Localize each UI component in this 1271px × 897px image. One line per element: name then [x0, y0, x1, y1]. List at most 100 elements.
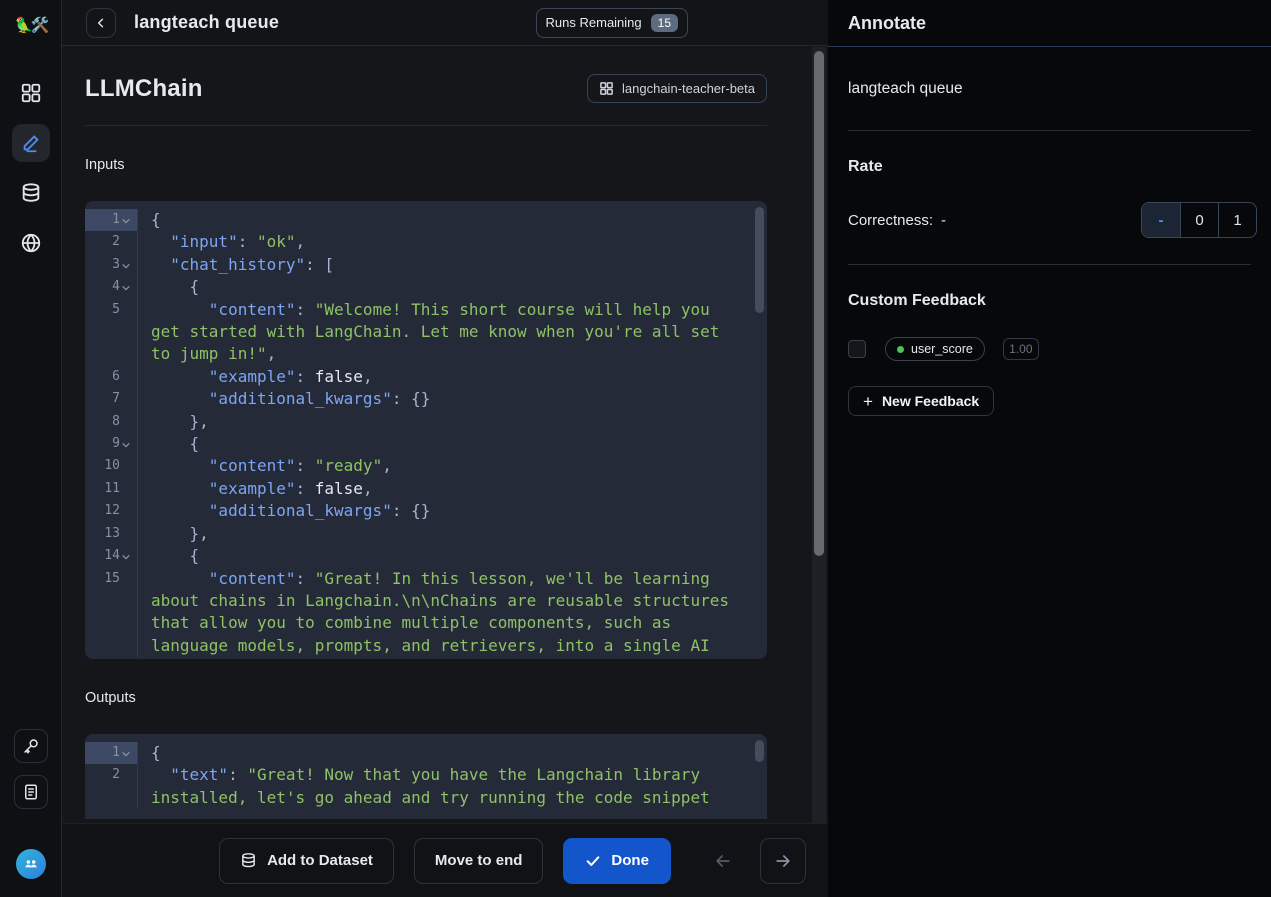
fold-spacer: [120, 568, 132, 590]
code-line: 11 "example": false,: [85, 478, 767, 500]
sidebar-item-projects[interactable]: [12, 74, 50, 112]
sidebar-nav: [12, 74, 50, 262]
annotate-header: Annotate: [828, 0, 1271, 47]
inputs-scrollbar-thumb[interactable]: [755, 207, 764, 313]
sidebar-item-hub[interactable]: [12, 224, 50, 262]
sidebar-item-datasets[interactable]: [12, 174, 50, 212]
feedback-checkbox[interactable]: [848, 340, 866, 358]
back-button[interactable]: [86, 8, 116, 38]
code-line: 4 {: [85, 276, 767, 298]
annotate-title: Annotate: [848, 13, 926, 34]
add-to-dataset-label: Add to Dataset: [267, 852, 373, 869]
run-title: LLMChain: [85, 75, 203, 103]
arrow-left-icon: [713, 851, 733, 871]
custom-feedback-heading: Custom Feedback: [848, 292, 1251, 310]
fold-chevron-icon[interactable]: [120, 276, 132, 298]
outputs-code-editor[interactable]: 1{2 "text": "Great! Now that you have th…: [85, 734, 767, 819]
main-scrollbar[interactable]: [812, 47, 826, 823]
correctness-value: -: [941, 212, 946, 229]
sidebar: 🦜🛠️: [0, 0, 62, 897]
fold-spacer: [120, 478, 132, 500]
fold-spacer: [120, 366, 132, 388]
topbar: langteach queue Runs Remaining 15: [62, 0, 828, 46]
correctness-label: Correctness:: [848, 212, 933, 229]
code-line: 8 },: [85, 411, 767, 433]
fold-spacer: [120, 764, 132, 786]
code-line: 14 {: [85, 545, 767, 567]
move-to-end-label: Move to end: [435, 852, 523, 869]
outputs-scrollbar-thumb[interactable]: [755, 740, 764, 762]
feedback-dot-icon: [897, 346, 904, 353]
globe-icon: [20, 232, 42, 254]
database-icon: [20, 182, 42, 204]
code-line: 1{: [85, 742, 767, 764]
sidebar-item-annotation-queues[interactable]: [12, 124, 50, 162]
page-title: langteach queue: [134, 12, 279, 33]
runs-remaining-button[interactable]: Runs Remaining 15: [536, 8, 688, 38]
project-tag-label: langchain-teacher-beta: [622, 81, 755, 96]
inputs-label: Inputs: [85, 157, 767, 173]
feedback-score-input[interactable]: [1003, 338, 1039, 360]
feedback-key-label: user_score: [911, 342, 973, 356]
fold-chevron-icon[interactable]: [120, 433, 132, 455]
rate-row: Correctness:- - 0 1: [848, 202, 1251, 238]
fold-spacer: [120, 411, 132, 433]
code-line: 1{: [85, 209, 767, 231]
database-icon: [240, 852, 257, 869]
correctness-option-none[interactable]: -: [1142, 203, 1180, 237]
sidebar-bottom: [14, 729, 48, 879]
app-root: 🦜🛠️: [0, 0, 1271, 897]
annotate-queue-name: langteach queue: [848, 80, 1251, 98]
fold-chevron-icon[interactable]: [120, 254, 132, 276]
document-icon: [22, 783, 40, 801]
plus-icon: +: [863, 393, 873, 410]
feedback-row: user_score: [848, 337, 1251, 361]
org-avatar[interactable]: [16, 849, 46, 879]
done-label: Done: [611, 852, 649, 869]
code-line: 2 "text": "Great! Now that you have the …: [85, 764, 767, 809]
code-line: 5 "content": "Welcome! This short course…: [85, 299, 767, 366]
next-run-button[interactable]: [760, 838, 806, 884]
code-line: 10 "content": "ready",: [85, 455, 767, 477]
runs-remaining-badge: 15: [651, 14, 678, 32]
fold-chevron-icon[interactable]: [120, 545, 132, 567]
docs-button[interactable]: [14, 775, 48, 809]
divider: [848, 264, 1251, 265]
grid-icon: [20, 82, 42, 104]
fold-chevron-icon[interactable]: [120, 209, 132, 231]
project-tag[interactable]: langchain-teacher-beta: [587, 74, 767, 103]
code-line: 6 "example": false,: [85, 366, 767, 388]
done-button[interactable]: Done: [563, 838, 671, 884]
run-detail: LLMChain langchain-teacher-beta Inputs 1…: [62, 46, 828, 823]
chevron-left-icon: [94, 16, 108, 30]
code-line: 12 "additional_kwargs": {}: [85, 500, 767, 522]
pencil-icon: [20, 132, 42, 154]
previous-run-button[interactable]: [700, 838, 746, 884]
code-line: 13 },: [85, 523, 767, 545]
correctness-option-0[interactable]: 0: [1180, 203, 1218, 237]
correctness-option-1[interactable]: 1: [1218, 203, 1256, 237]
grid-icon: [599, 81, 614, 96]
arrow-right-icon: [773, 851, 793, 871]
rate-heading: Rate: [848, 158, 1251, 176]
new-feedback-button[interactable]: + New Feedback: [848, 386, 994, 416]
fold-spacer: [120, 455, 132, 477]
code-line: 7 "additional_kwargs": {}: [85, 388, 767, 410]
main-scrollbar-thumb[interactable]: [814, 51, 824, 556]
fold-spacer: [120, 388, 132, 410]
api-keys-button[interactable]: [14, 729, 48, 763]
move-to-end-button[interactable]: Move to end: [414, 838, 544, 884]
fold-spacer: [120, 299, 132, 321]
fold-spacer: [120, 523, 132, 545]
fold-chevron-icon[interactable]: [120, 742, 132, 764]
correctness-segmented-control: - 0 1: [1141, 202, 1257, 238]
divider: [85, 125, 767, 126]
inputs-code-editor[interactable]: 1{2 "input": "ok",3 "chat_history": [4 {…: [85, 201, 767, 659]
add-to-dataset-button[interactable]: Add to Dataset: [219, 838, 394, 884]
fold-spacer: [120, 231, 132, 253]
code-line: 3 "chat_history": [: [85, 254, 767, 276]
annotate-panel: Annotate langteach queue Rate Correctnes…: [828, 0, 1271, 897]
code-line: 9 {: [85, 433, 767, 455]
code-line: 2 "input": "ok",: [85, 231, 767, 253]
feedback-key-chip[interactable]: user_score: [885, 337, 985, 361]
